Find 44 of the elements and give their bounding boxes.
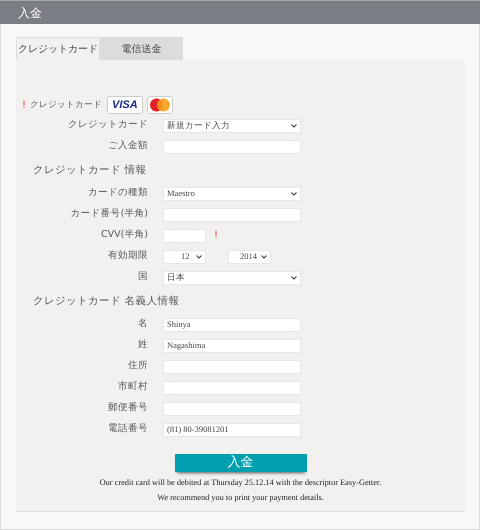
section-heading: クレジットカード 名義人情報	[32, 294, 180, 309]
field-label: 名	[137, 317, 149, 332]
select-field[interactable]: 2014	[228, 250, 271, 264]
field-label: 郵便番号	[107, 401, 149, 416]
field-label: 国	[137, 270, 149, 284]
select-field[interactable]: Maestro	[163, 186, 301, 200]
card-logo-icon	[146, 96, 173, 114]
caret-icon	[291, 276, 297, 280]
input-field[interactable]: (81) 80-39081201	[163, 422, 301, 436]
input-field[interactable]	[163, 140, 301, 154]
input-field[interactable]	[163, 228, 206, 242]
field-label: カードの種類	[87, 186, 149, 200]
input-field[interactable]	[163, 380, 301, 394]
field-label: CVV(半角)	[100, 228, 149, 242]
field-label: 電話番号	[107, 422, 149, 436]
input-field[interactable]	[163, 402, 301, 416]
required-mark: !	[214, 229, 218, 243]
caret-icon	[291, 124, 297, 128]
caret-icon	[261, 254, 267, 258]
field-label: ご入金額	[107, 139, 149, 154]
field-label: クレジットカード	[30, 98, 102, 112]
caret-icon	[291, 192, 297, 196]
field-label: 姓	[137, 338, 149, 352]
payment-note: Our credit card will be debited at Thursday 25.12.14 with the descriptor Easy-Getter.	[98, 477, 382, 489]
field-label: カード番号(半角)	[70, 207, 149, 222]
input-field[interactable]: Nagashima	[163, 338, 301, 352]
select-field[interactable]: 12	[163, 250, 206, 264]
field-label: 市町村	[117, 380, 149, 394]
required-mark: !	[22, 98, 26, 112]
window-title: 入金	[0, 0, 480, 24]
tab[interactable]: クレジットカード	[16, 37, 100, 60]
payment-note: We recommend you to print your payment details.	[156, 492, 325, 504]
field-label: 有効期限	[107, 249, 149, 264]
field-label: クレジットカード	[67, 118, 149, 132]
select-field[interactable]: 新規カード入力	[163, 118, 301, 132]
field-label: 住所	[127, 359, 149, 374]
tab[interactable]: 電信送金	[100, 37, 183, 60]
select-field[interactable]: 日本	[163, 270, 301, 284]
caret-icon	[196, 254, 202, 258]
input-field[interactable]	[163, 208, 301, 222]
input-field[interactable]	[163, 360, 301, 374]
input-field[interactable]: Shinya	[163, 318, 301, 332]
visa-logo: VISA	[107, 96, 143, 114]
section-heading: クレジットカード 情報	[32, 162, 148, 178]
